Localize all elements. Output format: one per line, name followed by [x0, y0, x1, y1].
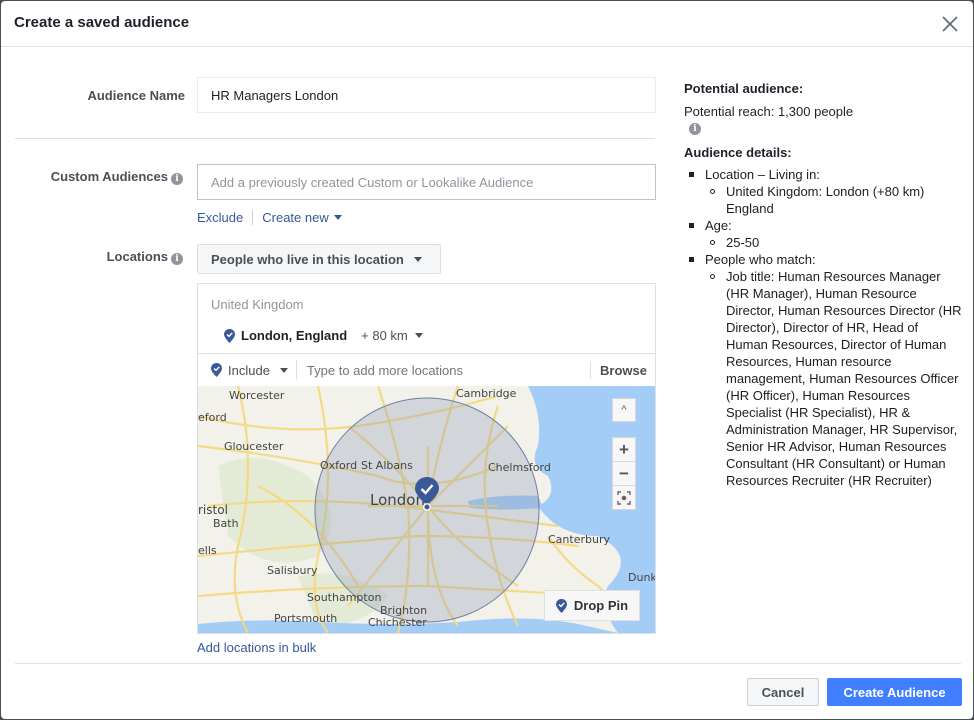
audience-name-label: Audience Name — [87, 88, 185, 103]
recenter-icon — [617, 490, 631, 505]
location-pin-icon — [211, 363, 222, 377]
custom-audiences-input[interactable]: Add a previously created Custom or Looka… — [197, 164, 656, 200]
locations-label: Locations i — [1, 249, 183, 265]
potential-reach: Potential reach: 1,300 people — [684, 104, 854, 119]
audience-name-value: HR Managers London — [211, 87, 339, 103]
map-recenter-button[interactable] — [612, 485, 636, 510]
audience-name-input[interactable]: HR Managers London — [197, 77, 656, 113]
close-icon[interactable] — [939, 13, 961, 35]
detail-item: 25-50 — [705, 234, 969, 251]
detail-location: Location – Living in: United Kingdom: Lo… — [684, 166, 969, 217]
detail-people-match: People who match: Job title: Human Resou… — [684, 251, 969, 489]
create-audience-button[interactable]: Create Audience — [827, 678, 962, 706]
cancel-button[interactable]: Cancel — [747, 678, 819, 706]
map-label: Chelmsford — [488, 461, 551, 474]
add-locations-bulk-link[interactable]: Add locations in bulk — [197, 640, 316, 655]
create-new-link[interactable]: Create new — [262, 210, 342, 225]
dialog-header: Create a saved audience — [1, 1, 973, 47]
map-label: ristol — [198, 503, 228, 517]
custom-audiences-label: Custom Audiences i — [1, 169, 183, 185]
browse-button[interactable]: Browse — [600, 363, 647, 378]
radius-select[interactable]: + 80 km — [361, 328, 423, 343]
chevron-down-icon — [414, 333, 423, 338]
map-label: Cambridge — [456, 387, 517, 400]
map-pin-icon[interactable] — [415, 477, 439, 511]
location-search-input[interactable] — [306, 362, 591, 378]
chevron-down-icon — [413, 256, 422, 262]
section-divider — [15, 138, 655, 139]
audience-summary: Potential audience: Potential reach: 1,3… — [684, 81, 969, 489]
search-separator — [295, 360, 297, 380]
map-label: Canterbury — [548, 533, 610, 546]
selected-location: London, England + 80 km — [224, 328, 423, 343]
info-icon[interactable]: i — [689, 123, 701, 135]
map-collapse-button[interactable]: ^ — [612, 398, 636, 422]
detail-age: Age: 25-50 — [684, 217, 969, 251]
map-label: St Albans — [361, 459, 413, 472]
chevron-down-icon — [333, 215, 342, 220]
map-label: Southampton — [307, 591, 382, 604]
info-icon[interactable]: i — [171, 173, 183, 185]
map-label: Portsmouth — [274, 612, 338, 625]
map-label: ells — [198, 544, 217, 557]
map-label: Salisbury — [267, 564, 318, 577]
detail-item: United Kingdom: London (+80 km) England — [705, 183, 969, 217]
location-search-row: Include Browse — [198, 353, 655, 386]
footer-divider — [15, 663, 961, 664]
map-label: Bath — [213, 517, 239, 530]
map-label: Chichester — [368, 616, 427, 629]
map-label: Worcester — [229, 389, 285, 402]
include-select[interactable]: Include — [198, 363, 288, 378]
custom-audiences-links: Exclude Create new — [197, 210, 342, 225]
info-icon[interactable]: i — [171, 253, 183, 265]
drop-pin-button[interactable]: Drop Pin — [544, 590, 640, 621]
map-label: Dunk — [628, 571, 655, 584]
detail-item: Job title: Human Resources Manager (HR M… — [705, 268, 969, 489]
location-name: London, England — [241, 328, 348, 343]
audience-details-list: Location – Living in: United Kingdom: Lo… — [684, 166, 969, 489]
custom-audiences-placeholder: Add a previously created Custom or Looka… — [211, 174, 534, 190]
chevron-down-icon — [279, 367, 288, 373]
location-map[interactable]: Worcester eford Cambridge Gloucester Oxf… — [198, 386, 655, 633]
browse-separator — [590, 361, 592, 379]
exclude-link[interactable]: Exclude — [197, 210, 243, 225]
dialog-title: Create a saved audience — [14, 14, 190, 31]
map-label: Oxford — [320, 459, 358, 472]
map-zoom-out-button[interactable]: − — [612, 461, 636, 486]
map-label: eford — [198, 411, 227, 424]
location-country: United Kingdom — [211, 297, 304, 312]
create-audience-dialog: Create a saved audience Audience Name HR… — [1, 1, 973, 719]
map-zoom-in-button[interactable]: + — [612, 437, 636, 462]
map-label: Gloucester — [224, 440, 284, 453]
audience-details-heading: Audience details: — [684, 145, 792, 160]
potential-audience-heading: Potential audience: — [684, 81, 804, 96]
location-box: United Kingdom London, England + 80 km I… — [197, 283, 656, 634]
location-type-select[interactable]: People who live in this location — [197, 244, 441, 274]
link-separator — [252, 210, 254, 225]
location-pin-icon — [224, 328, 235, 343]
location-pin-icon — [555, 598, 567, 613]
